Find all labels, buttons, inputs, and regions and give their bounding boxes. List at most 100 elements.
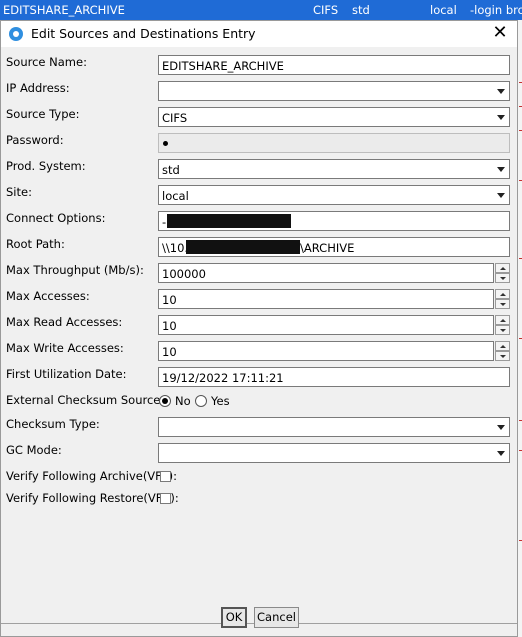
checksum-type-select[interactable] — [158, 417, 510, 437]
site-select[interactable]: local — [158, 185, 510, 205]
background-table-edge — [518, 20, 522, 637]
chevron-down-icon[interactable] — [493, 445, 508, 461]
row-source-name: Source Name: EDITSHARE_ARCHIVE — [1, 53, 517, 79]
source-type-select[interactable]: CIFS — [158, 107, 510, 127]
row-max-read-accesses: Max Read Accesses: 10 — [1, 313, 517, 339]
max-throughput-label: Max Throughput (Mb/s): — [6, 263, 144, 277]
chevron-down-icon[interactable] — [493, 161, 508, 177]
radio-yes-label: Yes — [211, 394, 230, 408]
redaction-block — [167, 214, 291, 228]
site-label: Site: — [6, 185, 32, 199]
chevron-down-icon[interactable] — [493, 83, 508, 99]
prod-system-select[interactable]: std — [158, 159, 510, 179]
password-field[interactable] — [158, 133, 510, 153]
row-site: local — [430, 3, 457, 17]
row-site: Site: local — [1, 183, 517, 209]
max-accesses-label: Max Accesses: — [6, 289, 90, 303]
max-read-accesses-label: Max Read Accesses: — [6, 315, 123, 329]
first-utilization-date-value: 19/12/2022 17:11:21 — [162, 371, 284, 385]
max-read-accesses-value: 10 — [162, 319, 177, 333]
spinner-arrows-icon[interactable] — [495, 289, 510, 309]
first-utilization-date-label: First Utilization Date: — [6, 367, 127, 381]
prod-system-label: Prod. System: — [6, 159, 86, 173]
ok-button[interactable]: OK — [221, 607, 247, 628]
row-source-type: Source Type: CIFS — [1, 105, 517, 131]
spin-up-icon[interactable] — [495, 341, 510, 351]
source-name-field[interactable]: EDITSHARE_ARCHIVE — [158, 55, 510, 75]
root-path-field[interactable]: \\10. \ARCHIVE — [158, 237, 510, 257]
spinner-arrows-icon[interactable] — [495, 263, 510, 283]
row-ip-address: IP Address: — [1, 79, 517, 105]
ip-address-combo[interactable] — [158, 81, 510, 101]
max-write-accesses-label: Max Write Accesses: — [6, 341, 124, 355]
ip-address-label: IP Address: — [6, 81, 70, 95]
root-path-label: Root Path: — [6, 237, 65, 251]
spin-down-icon[interactable] — [495, 273, 510, 283]
root-path-prefix: \\10. — [162, 241, 189, 255]
max-accesses-field[interactable]: 10 — [158, 289, 494, 309]
dialog-title: Edit Sources and Destinations Entry — [31, 26, 256, 41]
row-max-write-accesses: Max Write Accesses: 10 — [1, 339, 517, 365]
password-label: Password: — [6, 133, 64, 147]
radio-circle-icon — [9, 27, 23, 41]
chevron-down-icon[interactable] — [493, 419, 508, 435]
radio-no-label: No — [175, 394, 191, 408]
spin-up-icon[interactable] — [495, 289, 510, 299]
radio-no[interactable] — [159, 395, 171, 407]
gc-mode-select[interactable] — [158, 443, 510, 463]
row-checksum-type: Checksum Type: — [1, 415, 517, 441]
row-max-throughput: Max Throughput (Mb/s): 100000 — [1, 261, 517, 287]
row-name: EDITSHARE_ARCHIVE — [3, 3, 125, 17]
row-type: CIFS — [313, 3, 339, 17]
close-icon[interactable]: ✕ — [489, 22, 511, 44]
chevron-down-icon[interactable] — [493, 109, 508, 125]
connect-options-value: - — [162, 215, 167, 229]
radio-yes[interactable] — [195, 395, 207, 407]
max-throughput-value: 100000 — [162, 267, 206, 281]
verify-archive-checkbox[interactable] — [160, 471, 171, 482]
site-value: local — [162, 189, 189, 203]
max-write-accesses-field[interactable]: 10 — [158, 341, 494, 361]
source-name-value: EDITSHARE_ARCHIVE — [162, 59, 284, 73]
spin-down-icon[interactable] — [495, 299, 510, 309]
spin-up-icon[interactable] — [495, 263, 510, 273]
max-read-accesses-field[interactable]: 10 — [158, 315, 494, 335]
row-gc-mode: GC Mode: — [1, 441, 517, 467]
source-type-value: CIFS — [162, 111, 188, 125]
edit-entry-dialog: Edit Sources and Destinations Entry ✕ So… — [0, 20, 518, 637]
external-checksum-source-label: External Checksum Source: — [6, 393, 165, 407]
dialog-titlebar[interactable]: Edit Sources and Destinations Entry ✕ — [1, 21, 517, 47]
spin-down-icon[interactable] — [495, 325, 510, 335]
prod-system-value: std — [162, 163, 180, 177]
max-throughput-field[interactable]: 100000 — [158, 263, 494, 283]
first-utilization-date-field[interactable]: 19/12/2022 17:11:21 — [158, 367, 510, 387]
spinner-arrows-icon[interactable] — [495, 315, 510, 335]
verify-restore-checkbox[interactable] — [160, 493, 171, 504]
verify-restore-label: Verify Following Restore(VFR): — [6, 491, 179, 505]
password-mask-dot — [163, 141, 168, 146]
chevron-down-icon[interactable] — [493, 187, 508, 203]
connect-options-field[interactable]: - — [158, 211, 510, 231]
gc-mode-label: GC Mode: — [6, 443, 62, 457]
root-path-suffix: \ARCHIVE — [300, 241, 355, 255]
source-name-label: Source Name: — [6, 55, 87, 69]
row-prod-system: Prod. System: std — [1, 157, 517, 183]
background-table-row[interactable]: EDITSHARE_ARCHIVE CIFS std local -login … — [0, 0, 522, 20]
row-connect-options: Connect Options: - — [1, 209, 517, 235]
row-max-accesses: Max Accesses: 10 — [1, 287, 517, 313]
spin-up-icon[interactable] — [495, 315, 510, 325]
verify-archive-label: Verify Following Archive(VFA): — [6, 469, 177, 483]
row-prod: std — [352, 3, 370, 17]
connect-options-label: Connect Options: — [6, 211, 106, 225]
row-options: -login broa — [470, 3, 522, 17]
row-root-path: Root Path: \\10. \ARCHIVE — [1, 235, 517, 261]
cancel-button[interactable]: Cancel — [254, 607, 299, 628]
checksum-type-label: Checksum Type: — [6, 417, 100, 431]
redaction-block — [186, 240, 300, 254]
row-verify-restore: Verify Following Restore(VFR): — [1, 489, 517, 515]
spinner-arrows-icon[interactable] — [495, 341, 510, 361]
source-type-label: Source Type: — [6, 107, 80, 121]
spin-down-icon[interactable] — [495, 351, 510, 361]
dialog-body: Source Name: EDITSHARE_ARCHIVE IP Addres… — [1, 47, 517, 624]
row-external-checksum-source: External Checksum Source: No Yes — [1, 391, 517, 417]
